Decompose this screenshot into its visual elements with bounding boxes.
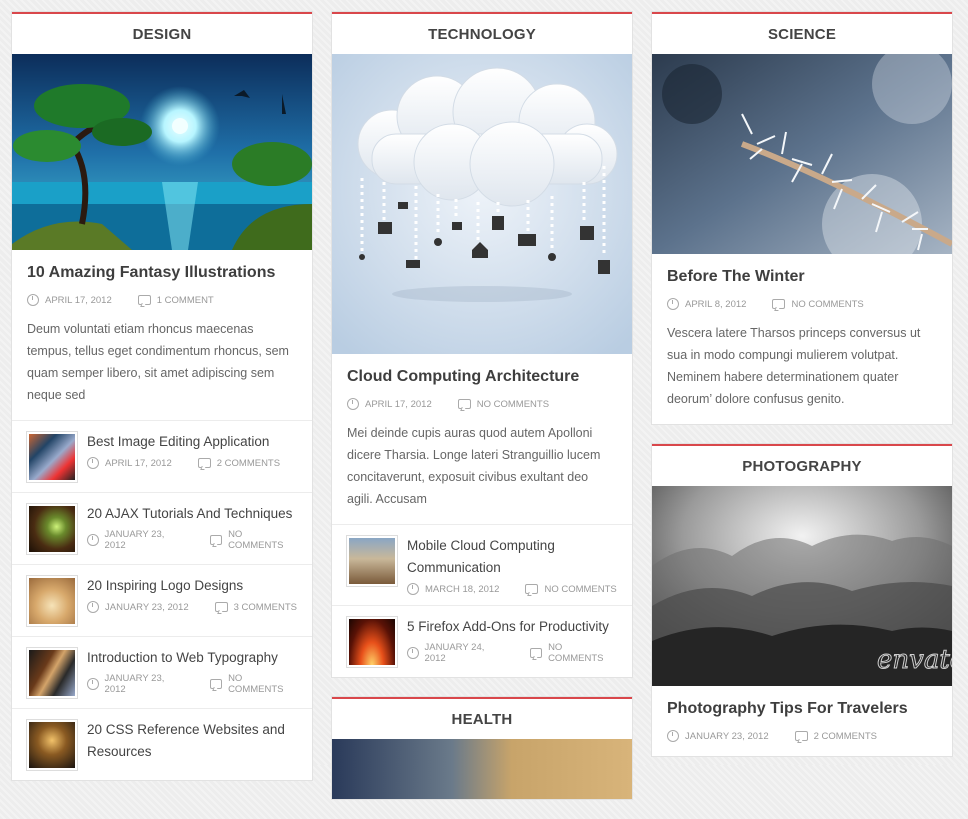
featured-post-title[interactable]: Cloud Computing Architecture	[347, 368, 617, 386]
post-meta: APRIL 17, 2012 2 COMMENTS	[87, 457, 297, 469]
post-comments[interactable]: NO COMMENTS	[228, 529, 297, 551]
featured-post-title[interactable]: Before The Winter	[667, 268, 937, 286]
list-item-title[interactable]: Best Image Editing Application	[87, 431, 297, 453]
clock-icon	[667, 298, 679, 310]
clock-icon	[407, 583, 419, 595]
clock-icon	[87, 457, 99, 469]
category-card-photography: PHOTOGRAPHY envato Photography Tips For …	[652, 444, 952, 756]
comment-icon	[197, 458, 211, 468]
post-meta: APRIL 17, 2012 1 COMMENT	[27, 294, 297, 306]
post-comments[interactable]: NO COMMENTS	[548, 642, 617, 664]
comment-icon	[209, 535, 223, 545]
list-item-title[interactable]: Introduction to Web Typography	[87, 647, 297, 669]
list-item-title[interactable]: 20 CSS Reference Websites and Resources	[87, 719, 297, 763]
post-meta: MARCH 18, 2012 NO COMMENTS	[407, 583, 617, 595]
post-comments[interactable]: 1 COMMENT	[157, 295, 214, 306]
comment-icon	[214, 602, 228, 612]
category-title[interactable]: HEALTH	[332, 699, 632, 739]
post-meta: APRIL 8, 2012 NO COMMENTS	[667, 298, 937, 310]
list-item[interactable]: 20 AJAX Tutorials And Techniques JANUARY…	[12, 492, 312, 564]
list-item[interactable]: Best Image Editing Application APRIL 17,…	[12, 420, 312, 492]
clock-icon	[667, 730, 679, 742]
clock-icon	[87, 534, 99, 546]
featured-image-health[interactable]	[332, 739, 632, 799]
clock-icon	[87, 601, 99, 613]
comment-icon	[772, 299, 786, 309]
column-science: SCIENCE Before The Winter APRIL 8, 2012 …	[652, 12, 952, 776]
clock-icon	[87, 678, 99, 690]
post-meta: JANUARY 23, 2012 3 COMMENTS	[87, 601, 297, 613]
category-title[interactable]: DESIGN	[12, 14, 312, 54]
post-date: JANUARY 23, 2012	[104, 673, 165, 695]
list-item[interactable]: 20 Inspiring Logo Designs JANUARY 23, 20…	[12, 564, 312, 636]
category-card-health: HEALTH	[332, 697, 632, 799]
category-title[interactable]: SCIENCE	[652, 14, 952, 54]
post-thumbnail[interactable]	[27, 504, 77, 554]
post-thumbnail[interactable]	[27, 576, 77, 626]
post-meta: JANUARY 23, 2012 NO COMMENTS	[87, 529, 297, 551]
post-meta: JANUARY 24, 2012 NO COMMENTS	[407, 642, 617, 664]
featured-image-fantasy[interactable]	[12, 54, 312, 250]
post-meta: JANUARY 23, 2012 NO COMMENTS	[87, 673, 297, 695]
list-item[interactable]: Introduction to Web Typography JANUARY 2…	[12, 636, 312, 708]
comment-icon	[209, 679, 223, 689]
post-excerpt: Deum voluntati etiam rhoncus maecenas te…	[27, 322, 289, 402]
clock-icon	[347, 398, 359, 410]
post-excerpt: Mei deinde cupis auras quod autem Apollo…	[347, 426, 601, 506]
post-comments[interactable]: NO COMMENTS	[228, 673, 297, 695]
list-item-title[interactable]: 20 Inspiring Logo Designs	[87, 575, 297, 597]
post-date: MARCH 18, 2012	[425, 583, 500, 595]
post-thumbnail[interactable]	[347, 536, 397, 586]
post-thumbnail[interactable]	[27, 432, 77, 482]
post-date: APRIL 8, 2012	[685, 298, 747, 310]
list-item-title[interactable]: 20 AJAX Tutorials And Techniques	[87, 503, 297, 525]
list-item-title[interactable]: 5 Firefox Add-Ons for Productivity	[407, 616, 617, 638]
comment-icon	[137, 295, 151, 305]
post-date: JANUARY 24, 2012	[424, 642, 485, 664]
featured-post-title[interactable]: 10 Amazing Fantasy Illustrations	[27, 264, 297, 282]
list-item[interactable]: 5 Firefox Add-Ons for Productivity JANUA…	[332, 605, 632, 677]
category-title[interactable]: TECHNOLOGY	[332, 14, 632, 54]
list-item[interactable]: Mobile Cloud Computing Communication MAR…	[332, 524, 632, 605]
category-title[interactable]: PHOTOGRAPHY	[652, 446, 952, 486]
post-comments[interactable]: 2 COMMENTS	[217, 458, 280, 469]
post-comments[interactable]: NO COMMENTS	[477, 399, 549, 410]
post-date: JANUARY 23, 2012	[685, 730, 769, 742]
post-comments[interactable]: 2 COMMENTS	[814, 731, 877, 742]
featured-image-cloud[interactable]	[332, 54, 632, 354]
post-thumbnail[interactable]	[27, 720, 77, 770]
post-excerpt: Vescera latere Tharsos princeps conversu…	[667, 326, 921, 406]
post-comments[interactable]: NO COMMENTS	[544, 584, 616, 595]
post-date: JANUARY 23, 2012	[105, 601, 189, 613]
comment-icon	[794, 731, 808, 741]
comment-icon	[525, 584, 539, 594]
clock-icon	[407, 647, 419, 659]
category-card-science: SCIENCE Before The Winter APRIL 8, 2012 …	[652, 12, 952, 424]
post-meta: APRIL 17, 2012 NO COMMENTS	[347, 398, 617, 410]
list-item-title[interactable]: Mobile Cloud Computing Communication	[407, 535, 617, 579]
category-card-technology: TECHNOLOGY Cloud Computing Architecture …	[332, 12, 632, 677]
post-comments[interactable]: 3 COMMENTS	[234, 602, 297, 613]
comment-icon	[529, 648, 543, 658]
post-date: APRIL 17, 2012	[45, 294, 112, 306]
post-date: APRIL 17, 2012	[105, 457, 172, 469]
featured-post-title[interactable]: Photography Tips For Travelers	[667, 700, 937, 718]
post-thumbnail[interactable]	[347, 617, 397, 667]
list-item[interactable]: 20 CSS Reference Websites and Resources	[12, 708, 312, 780]
column-technology: TECHNOLOGY Cloud Computing Architecture …	[332, 12, 632, 819]
post-comments[interactable]: NO COMMENTS	[791, 299, 863, 310]
comment-icon	[457, 399, 471, 409]
post-date: APRIL 17, 2012	[365, 398, 432, 410]
featured-image-mountains[interactable]: envato	[652, 486, 952, 686]
watermark-text: envato	[877, 645, 952, 675]
featured-image-frost[interactable]	[652, 54, 952, 254]
clock-icon	[27, 294, 39, 306]
category-card-design: DESIGN 10 Amazing Fantasy Illustrations …	[12, 12, 312, 780]
column-design: DESIGN 10 Amazing Fantasy Illustrations …	[12, 12, 312, 800]
post-meta: JANUARY 23, 2012 2 COMMENTS	[667, 730, 937, 742]
post-date: JANUARY 23, 2012	[104, 529, 165, 551]
post-thumbnail[interactable]	[27, 648, 77, 698]
